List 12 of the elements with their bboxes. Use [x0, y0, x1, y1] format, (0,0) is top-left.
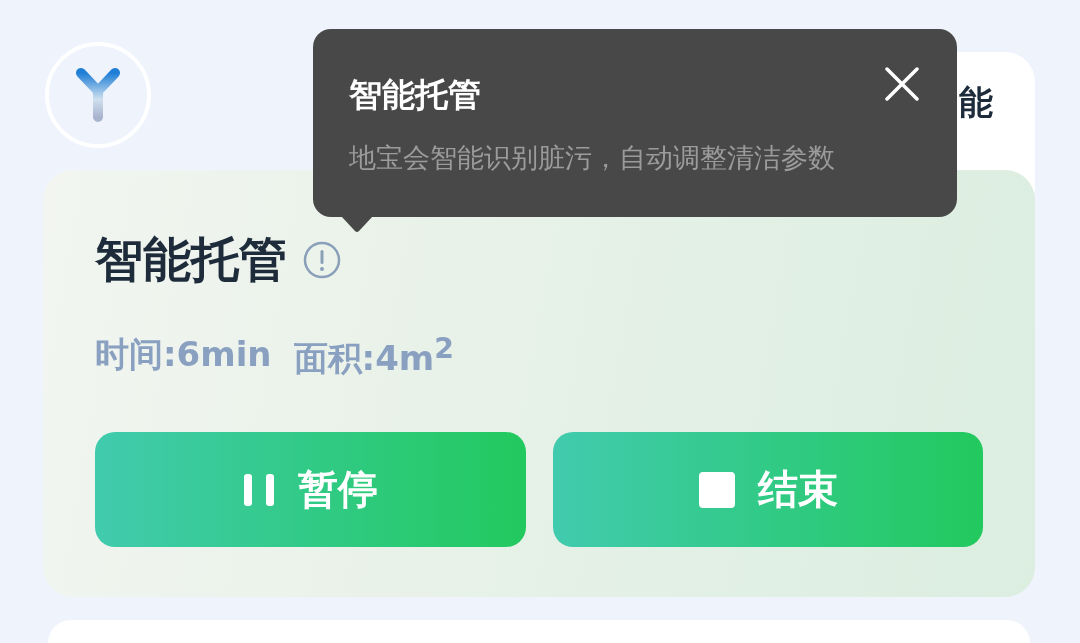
pause-button[interactable]: 暂停: [95, 432, 526, 548]
mode-title: 智能托管: [95, 230, 287, 289]
stop-button[interactable]: 结束: [552, 432, 983, 548]
tooltip-description: 地宝会智能识别脏污，自动调整清洁参数: [349, 141, 836, 175]
close-icon[interactable]: [885, 67, 919, 101]
logo-icon: [75, 67, 121, 123]
tab-label[interactable]: 能: [959, 80, 993, 124]
pause-icon: [242, 471, 277, 508]
stat-text: 时间:6min: [95, 333, 272, 376]
tooltip-title: 智能托管: [349, 74, 481, 116]
stat-text: 面积:4m$^{2}$: [293, 332, 454, 381]
stop-icon: [697, 470, 736, 509]
